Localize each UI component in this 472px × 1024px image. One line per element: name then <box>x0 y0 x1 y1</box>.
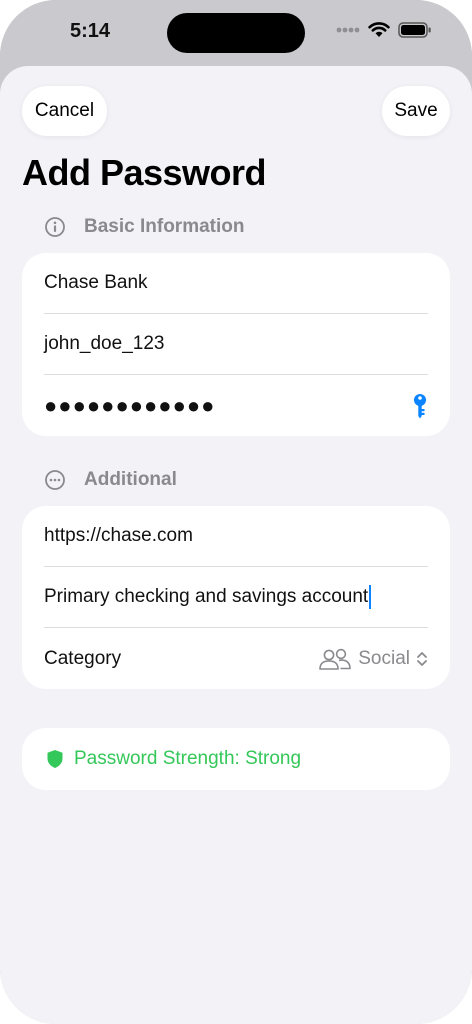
cellular-signal-icon <box>336 27 360 32</box>
username-field-value: john_doe_123 <box>44 333 165 354</box>
page-title: Add Password <box>22 152 267 193</box>
info-circle-icon <box>45 217 65 237</box>
category-row[interactable]: Category Social <box>44 628 428 689</box>
password-strength-label: Password Strength: Strong <box>74 748 302 769</box>
ellipsis-circle-icon <box>45 470 65 490</box>
basic-info-header-label: Basic Information <box>84 216 245 237</box>
status-bar: 5:14 <box>0 0 472 66</box>
phone-frame: 5:14 Cancel Save Add Password Basic Info… <box>0 0 472 1024</box>
additional-header: Additional <box>44 469 177 491</box>
category-picker[interactable]: Social <box>318 648 428 670</box>
person-2-icon <box>319 648 352 670</box>
url-field[interactable]: https://chase.com <box>44 506 428 567</box>
notes-field-value: Primary checking and savings account <box>44 586 369 608</box>
text-cursor <box>369 585 372 609</box>
category-value: Social <box>358 647 410 669</box>
key-icon[interactable] <box>412 393 428 419</box>
password-strength-indicator: Password Strength: Strong <box>22 728 450 790</box>
basic-info-card: Chase Bank john_doe_123 ●●●●●●●●●●●● <box>22 253 450 436</box>
shield-icon <box>47 750 63 768</box>
additional-card: https://chase.com Primary checking and s… <box>22 506 450 689</box>
username-field[interactable]: john_doe_123 <box>44 314 428 375</box>
additional-header-label: Additional <box>84 469 177 490</box>
url-field-value: https://chase.com <box>44 525 193 546</box>
save-button[interactable]: Save <box>382 86 450 136</box>
title-field[interactable]: Chase Bank <box>44 253 428 314</box>
basic-info-header: Basic Information <box>44 216 244 238</box>
status-time: 5:14 <box>70 20 111 42</box>
title-field-value: Chase Bank <box>44 272 148 293</box>
password-field-value: ●●●●●●●●●●●● <box>44 392 216 418</box>
wifi-icon <box>368 22 390 37</box>
battery-icon <box>398 21 431 38</box>
password-field[interactable]: ●●●●●●●●●●●● <box>44 375 428 436</box>
chevron-up-down-icon <box>417 651 427 666</box>
status-icons <box>336 21 432 38</box>
cancel-button[interactable]: Cancel <box>22 86 107 136</box>
category-label: Category <box>44 647 122 669</box>
add-password-sheet: Cancel Save Add Password Basic Informati… <box>0 66 472 1024</box>
dynamic-island <box>167 13 305 53</box>
notes-field[interactable]: Primary checking and savings account <box>44 567 428 628</box>
notes-field-text: Primary checking and savings account <box>44 585 372 609</box>
